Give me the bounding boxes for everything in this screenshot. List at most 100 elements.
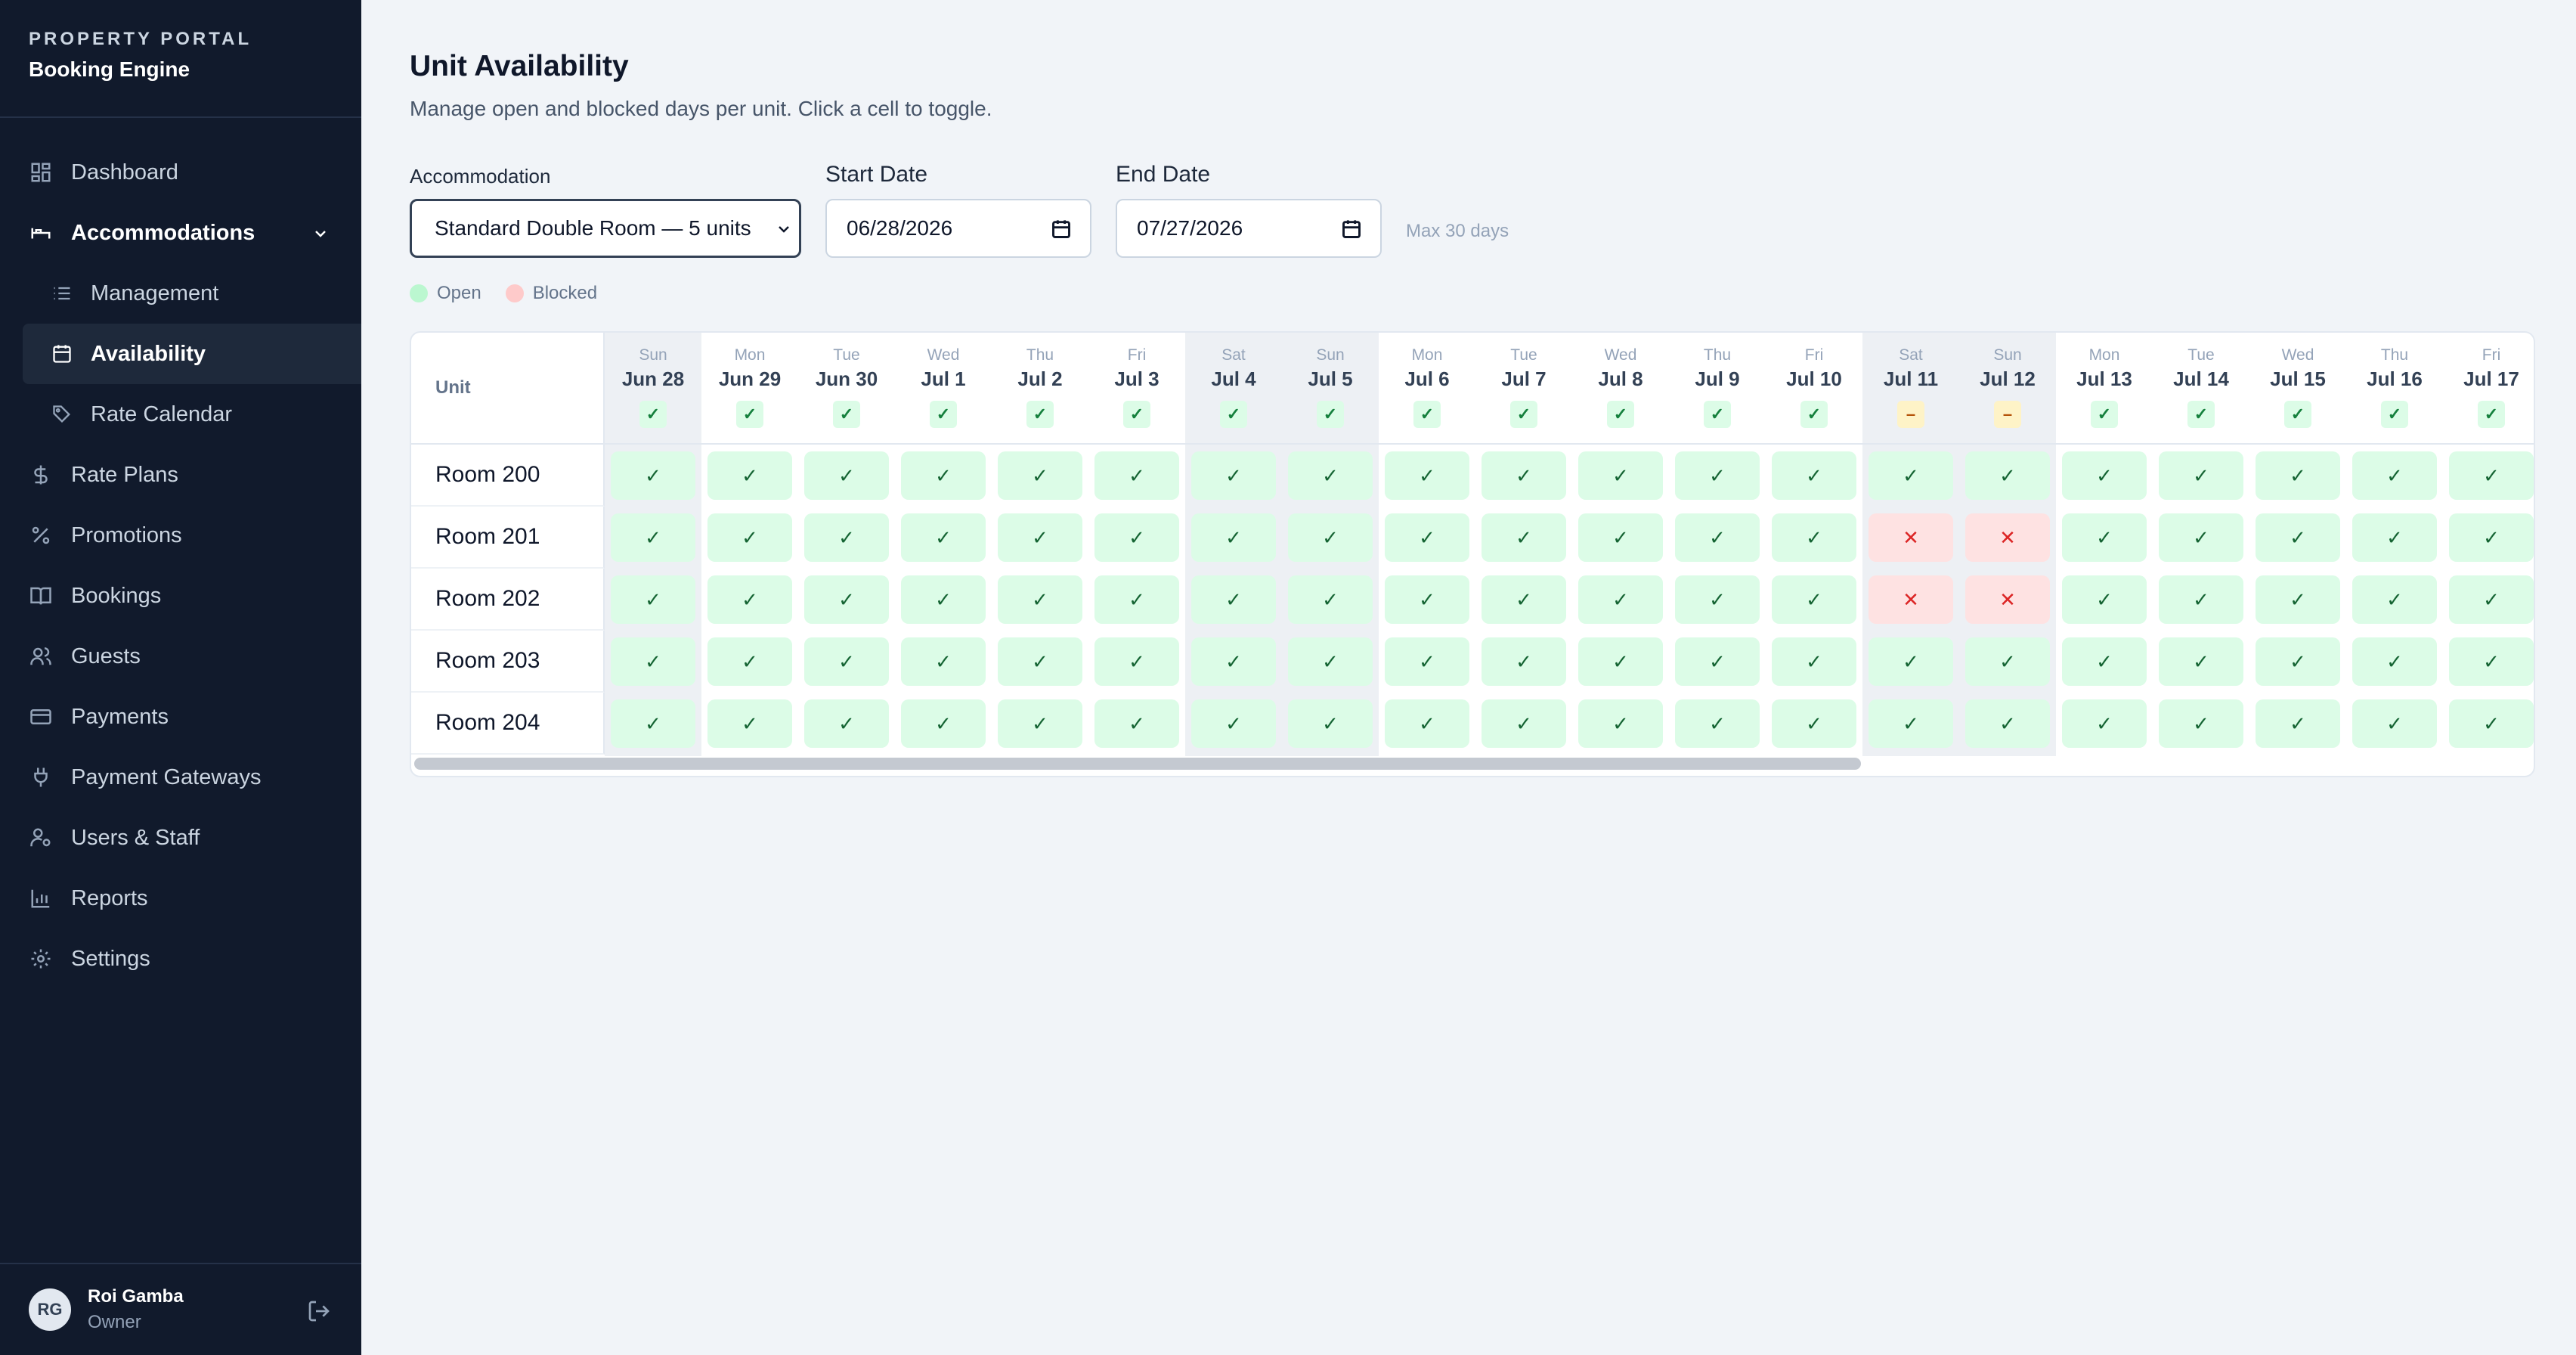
availability-cell-open[interactable]: ✓ — [611, 637, 695, 686]
availability-cell-open[interactable]: ✓ — [1772, 699, 1856, 748]
availability-cell-open[interactable]: ✓ — [2062, 451, 2147, 500]
availability-cell-open[interactable]: ✓ — [1094, 699, 1179, 748]
availability-cell-open[interactable]: ✓ — [1965, 451, 2050, 500]
availability-cell-open[interactable]: ✓ — [2449, 451, 2534, 500]
day-toggle-all-open[interactable]: ✓ — [1123, 401, 1150, 428]
availability-cell-open[interactable]: ✓ — [2256, 637, 2340, 686]
availability-cell-open[interactable]: ✓ — [2256, 513, 2340, 562]
day-toggle-all-open[interactable]: ✓ — [1510, 401, 1537, 428]
availability-cell-open[interactable]: ✓ — [707, 637, 792, 686]
availability-cell-open[interactable]: ✓ — [1869, 637, 1953, 686]
availability-cell-open[interactable]: ✓ — [707, 699, 792, 748]
availability-cell-open[interactable]: ✓ — [1385, 451, 1469, 500]
availability-cell-open[interactable]: ✓ — [1578, 637, 1663, 686]
availability-cell-open[interactable]: ✓ — [1482, 637, 1566, 686]
availability-cell-open[interactable]: ✓ — [804, 637, 889, 686]
availability-cell-open[interactable]: ✓ — [804, 451, 889, 500]
day-toggle-all-open[interactable]: ✓ — [833, 401, 860, 428]
availability-cell-open[interactable]: ✓ — [2062, 637, 2147, 686]
day-toggle-mixed[interactable]: – — [1994, 401, 2021, 428]
sidebar-item-users-staff[interactable]: Users & Staff — [23, 808, 361, 868]
availability-cell-open[interactable]: ✓ — [804, 575, 889, 624]
availability-cell-open[interactable]: ✓ — [804, 513, 889, 562]
availability-cell-open[interactable]: ✓ — [611, 451, 695, 500]
availability-cell-open[interactable]: ✓ — [998, 637, 1082, 686]
availability-cell-open[interactable]: ✓ — [901, 451, 986, 500]
sidebar-item-payments[interactable]: Payments — [23, 687, 361, 747]
availability-cell-open[interactable]: ✓ — [2256, 451, 2340, 500]
availability-cell-open[interactable]: ✓ — [901, 575, 986, 624]
sidebar-item-reports[interactable]: Reports — [23, 868, 361, 929]
availability-cell-blocked[interactable]: ✕ — [1869, 575, 1953, 624]
availability-cell-open[interactable]: ✓ — [1191, 575, 1276, 624]
day-toggle-all-open[interactable]: ✓ — [2478, 401, 2505, 428]
availability-cell-open[interactable]: ✓ — [2352, 699, 2437, 748]
availability-cell-open[interactable]: ✓ — [2159, 699, 2243, 748]
availability-cell-blocked[interactable]: ✕ — [1869, 513, 1953, 562]
sidebar-item-dashboard[interactable]: Dashboard — [23, 142, 361, 203]
availability-cell-open[interactable]: ✓ — [1288, 699, 1373, 748]
day-toggle-all-open[interactable]: ✓ — [2187, 401, 2215, 428]
day-toggle-all-open[interactable]: ✓ — [1413, 401, 1441, 428]
day-toggle-all-open[interactable]: ✓ — [2091, 401, 2118, 428]
day-toggle-all-open[interactable]: ✓ — [736, 401, 763, 428]
availability-cell-open[interactable]: ✓ — [1578, 513, 1663, 562]
availability-cell-open[interactable]: ✓ — [1772, 637, 1856, 686]
day-toggle-all-open[interactable]: ✓ — [1800, 401, 1828, 428]
availability-cell-open[interactable]: ✓ — [2256, 575, 2340, 624]
availability-cell-open[interactable]: ✓ — [611, 699, 695, 748]
availability-cell-blocked[interactable]: ✕ — [1965, 575, 2050, 624]
availability-cell-open[interactable]: ✓ — [1869, 451, 1953, 500]
day-toggle-all-open[interactable]: ✓ — [930, 401, 957, 428]
day-toggle-all-open[interactable]: ✓ — [639, 401, 667, 428]
availability-cell-open[interactable]: ✓ — [1578, 451, 1663, 500]
availability-cell-open[interactable]: ✓ — [1191, 637, 1276, 686]
start-date-input[interactable]: 06/28/2026 — [825, 199, 1091, 258]
availability-cell-open[interactable]: ✓ — [611, 575, 695, 624]
availability-cell-open[interactable]: ✓ — [2352, 637, 2437, 686]
availability-cell-open[interactable]: ✓ — [1675, 513, 1760, 562]
availability-cell-open[interactable]: ✓ — [1482, 699, 1566, 748]
day-toggle-all-open[interactable]: ✓ — [1607, 401, 1634, 428]
availability-cell-open[interactable]: ✓ — [1578, 575, 1663, 624]
availability-cell-open[interactable]: ✓ — [1772, 575, 1856, 624]
day-toggle-all-open[interactable]: ✓ — [2284, 401, 2311, 428]
availability-cell-open[interactable]: ✓ — [1482, 575, 1566, 624]
logout-icon[interactable] — [307, 1299, 331, 1323]
availability-cell-open[interactable]: ✓ — [1772, 513, 1856, 562]
sidebar-item-rate-calendar[interactable]: Rate Calendar — [23, 384, 361, 445]
availability-cell-open[interactable]: ✓ — [2352, 513, 2437, 562]
sidebar-item-accommodations[interactable]: Accommodations — [23, 203, 361, 263]
availability-cell-open[interactable]: ✓ — [1578, 699, 1663, 748]
sidebar-item-bookings[interactable]: Bookings — [23, 566, 361, 626]
sidebar-item-management[interactable]: Management — [23, 263, 361, 324]
availability-cell-open[interactable]: ✓ — [707, 575, 792, 624]
chevron-down-icon[interactable] — [311, 224, 330, 242]
availability-cell-open[interactable]: ✓ — [1675, 575, 1760, 624]
day-toggle-all-open[interactable]: ✓ — [1317, 401, 1344, 428]
availability-cell-open[interactable]: ✓ — [1772, 451, 1856, 500]
availability-cell-open[interactable]: ✓ — [1191, 451, 1276, 500]
availability-cell-open[interactable]: ✓ — [1385, 637, 1469, 686]
availability-cell-open[interactable]: ✓ — [1385, 699, 1469, 748]
availability-cell-open[interactable]: ✓ — [804, 699, 889, 748]
availability-cell-open[interactable]: ✓ — [1675, 451, 1760, 500]
availability-cell-open[interactable]: ✓ — [1675, 637, 1760, 686]
availability-cell-open[interactable]: ✓ — [2159, 575, 2243, 624]
availability-cell-open[interactable]: ✓ — [2159, 451, 2243, 500]
availability-cell-open[interactable]: ✓ — [1482, 451, 1566, 500]
calendar-icon[interactable] — [1051, 219, 1072, 240]
availability-cell-open[interactable]: ✓ — [2159, 637, 2243, 686]
sidebar-item-guests[interactable]: Guests — [23, 626, 361, 687]
availability-cell-open[interactable]: ✓ — [2352, 451, 2437, 500]
availability-cell-open[interactable]: ✓ — [901, 699, 986, 748]
availability-cell-open[interactable]: ✓ — [2352, 575, 2437, 624]
day-toggle-all-open[interactable]: ✓ — [1026, 401, 1054, 428]
availability-cell-open[interactable]: ✓ — [1288, 637, 1373, 686]
availability-cell-open[interactable]: ✓ — [1385, 575, 1469, 624]
availability-cell-open[interactable]: ✓ — [1482, 513, 1566, 562]
availability-cell-open[interactable]: ✓ — [1288, 513, 1373, 562]
availability-cell-open[interactable]: ✓ — [998, 575, 1082, 624]
availability-cell-open[interactable]: ✓ — [2449, 575, 2534, 624]
availability-cell-open[interactable]: ✓ — [1191, 699, 1276, 748]
